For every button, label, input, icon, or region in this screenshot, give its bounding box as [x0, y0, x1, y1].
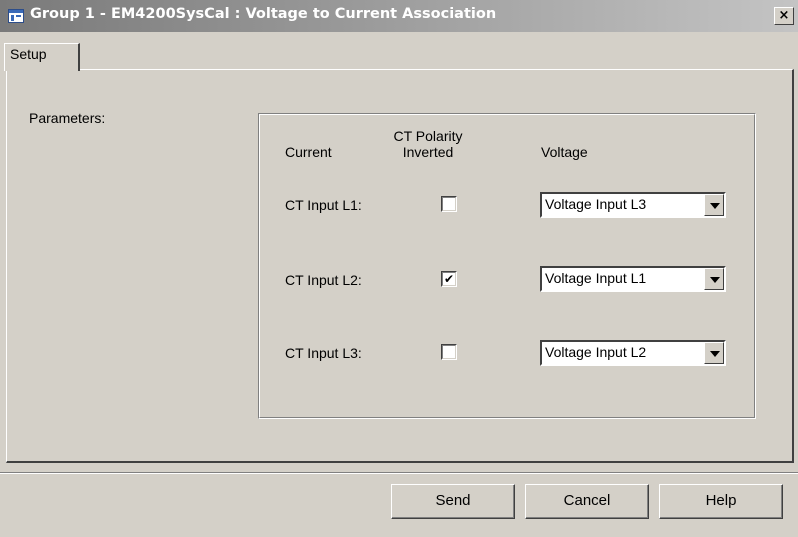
- window-title: Group 1 - EM4200SysCal : Voltage to Curr…: [30, 6, 497, 22]
- ct-l3-polarity-checkbox[interactable]: [441, 344, 457, 360]
- close-icon: ×: [778, 8, 790, 23]
- chevron-down-icon: [710, 351, 720, 357]
- ct-l3-voltage-value: Voltage Input L2: [545, 344, 647, 360]
- chevron-down-icon: [710, 277, 720, 283]
- column-header-voltage: Voltage: [541, 144, 588, 160]
- ct-l2-voltage-select[interactable]: Voltage Input L1: [540, 266, 726, 292]
- ct-l3-voltage-select[interactable]: Voltage Input L2: [540, 340, 726, 366]
- tab-label: Setup: [10, 46, 47, 62]
- check-icon: ✔: [444, 272, 455, 286]
- ct-input-l3-label: CT Input L3:: [285, 345, 362, 361]
- ct-input-l1-label: CT Input L1:: [285, 197, 362, 213]
- app-window-icon[interactable]: [8, 9, 24, 23]
- column-header-current: Current: [285, 144, 332, 160]
- ct-l1-voltage-value: Voltage Input L3: [545, 196, 647, 212]
- column-header-polarity: CT Polarity Inverted: [382, 128, 474, 160]
- ct-l2-polarity-checkbox[interactable]: ✔: [441, 271, 457, 287]
- help-button[interactable]: Help: [659, 484, 783, 519]
- cancel-button[interactable]: Cancel: [525, 484, 649, 519]
- ct-input-l2-label: CT Input L2:: [285, 272, 362, 288]
- polarity-header-text: CT Polarity Inverted: [393, 128, 463, 160]
- title-bar[interactable]: Group 1 - EM4200SysCal : Voltage to Curr…: [0, 0, 798, 32]
- dropdown-button[interactable]: [704, 268, 724, 290]
- ct-l1-voltage-select[interactable]: Voltage Input L3: [540, 192, 726, 218]
- dropdown-button[interactable]: [704, 194, 724, 216]
- ct-l1-polarity-checkbox[interactable]: [441, 196, 457, 212]
- dropdown-button[interactable]: [704, 342, 724, 364]
- footer-separator: [0, 472, 798, 474]
- close-button[interactable]: ×: [774, 7, 794, 25]
- parameters-label: Parameters:: [29, 110, 106, 126]
- tab-setup[interactable]: Setup: [4, 43, 80, 71]
- ct-l2-voltage-value: Voltage Input L1: [545, 270, 647, 286]
- send-button[interactable]: Send: [391, 484, 515, 519]
- chevron-down-icon: [710, 203, 720, 209]
